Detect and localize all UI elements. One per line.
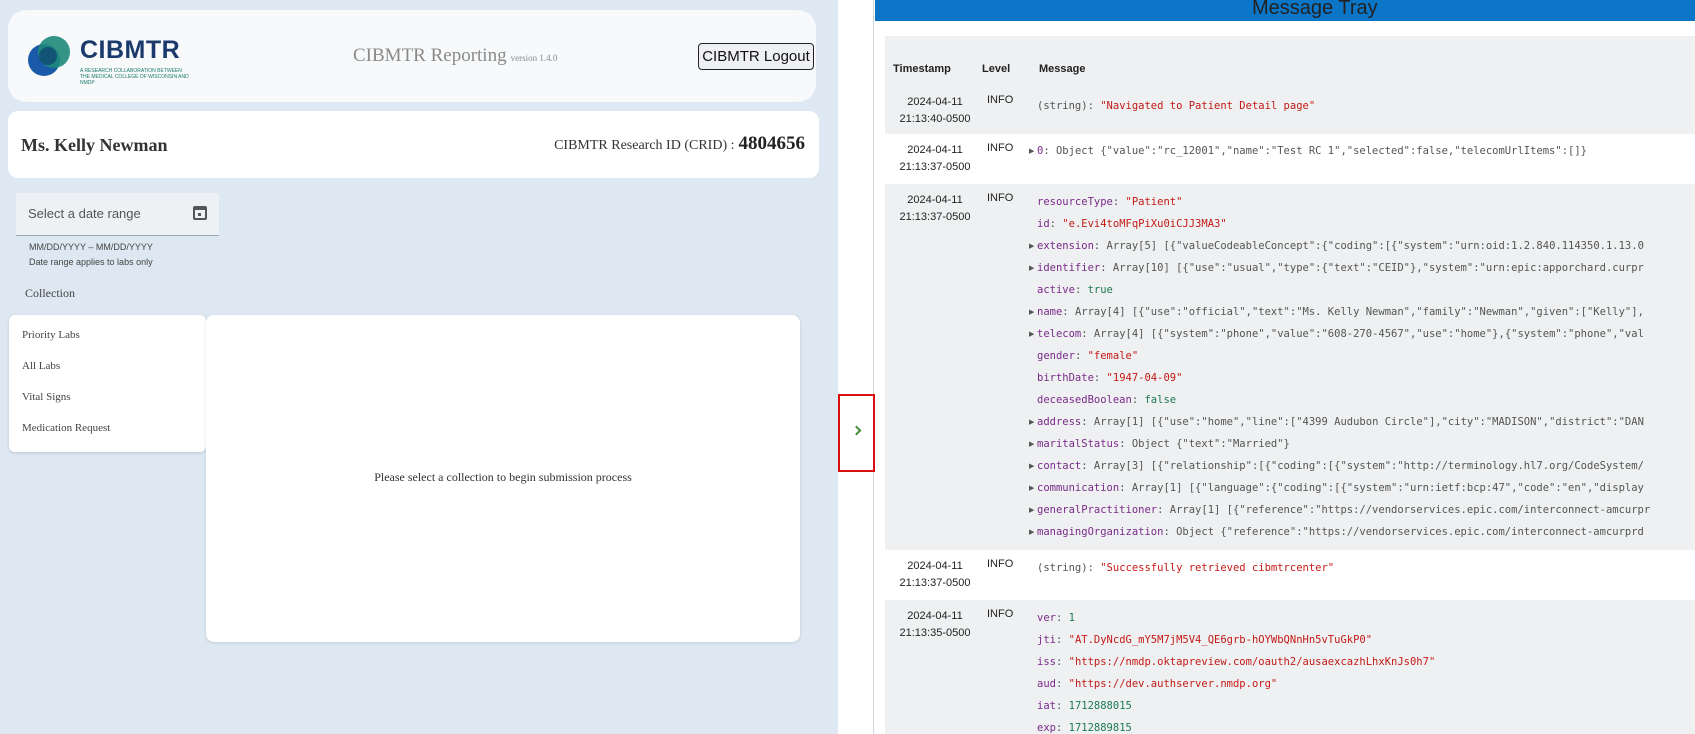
message-line[interactable]: contact: Array[3] [{"relationship":[{"co… bbox=[1037, 460, 1644, 472]
row-timestamp: 2024-04-11 21:13:37-0500 bbox=[893, 192, 977, 226]
date-range-placeholder: Select a date range bbox=[28, 206, 141, 221]
triangle-right-icon[interactable]: ▶ bbox=[1029, 418, 1034, 426]
table-row: 2024-04-11 21:13:37-0500 INFO ▶ 0: Object… bbox=[885, 134, 1695, 184]
row-time: 21:13:37-0500 bbox=[899, 211, 971, 223]
table-row: 2024-04-11 21:13:37-0500 INFO resourceTyp… bbox=[885, 184, 1695, 550]
triangle-right-icon[interactable]: ▶ bbox=[1029, 484, 1034, 492]
message-line: gender: "female" bbox=[1037, 350, 1139, 362]
message-tray-header: Message Tray bbox=[875, 0, 1695, 21]
logo-text: CIBMTR bbox=[80, 36, 181, 64]
message-line: deceasedBoolean: false bbox=[1037, 394, 1177, 406]
date-range-hint: MM/DD/YYYY – MM/DD/YYYY Date range appli… bbox=[29, 240, 153, 270]
row-date: 2024-04-11 bbox=[907, 610, 963, 622]
collection-label: Collection bbox=[25, 286, 75, 300]
app-title: CIBMTR Reporting version 1.4.0 bbox=[353, 45, 557, 67]
chevron-right-icon bbox=[851, 425, 862, 436]
table-row: 2024-04-11 21:13:40-0500 INFO (string): "… bbox=[885, 86, 1695, 134]
calendar-icon[interactable] bbox=[193, 206, 207, 220]
row-level: INFO bbox=[987, 142, 1014, 154]
message-line: aud: "https://dev.authserver.nmdp.org" bbox=[1037, 678, 1278, 690]
row-date: 2024-04-11 bbox=[907, 194, 963, 206]
logo-subtitle: A research collaboration between the Med… bbox=[80, 68, 189, 86]
message-line[interactable]: address: Array[1] [{"use":"home","line":… bbox=[1037, 416, 1644, 428]
tray-toggle-button[interactable] bbox=[838, 394, 875, 472]
date-range-note: Date range applies to labs only bbox=[29, 257, 153, 267]
message-line[interactable]: identifier: Array[10] [{"use":"usual","t… bbox=[1037, 262, 1644, 274]
collection-item-medication-request[interactable]: Medication Request bbox=[22, 422, 110, 434]
row-level: INFO bbox=[987, 192, 1014, 204]
reporting-panel: CIBMTR A research collaboration between … bbox=[0, 0, 838, 734]
triangle-right-icon[interactable]: ▶ bbox=[1029, 242, 1034, 250]
patient-name: Ms. Kelly Newman bbox=[21, 135, 168, 155]
row-date: 2024-04-11 bbox=[907, 144, 963, 156]
triangle-right-icon[interactable]: ▶ bbox=[1029, 330, 1034, 338]
message-tray-title: Message Tray bbox=[1252, 0, 1378, 19]
triangle-right-icon[interactable]: ▶ bbox=[1029, 440, 1034, 448]
message-line[interactable]: telecom: Array[4] [{"system":"phone","va… bbox=[1037, 328, 1644, 340]
message-line: exp: 1712889815 bbox=[1037, 722, 1132, 734]
message-line[interactable]: generalPractitioner: Array[1] [{"referen… bbox=[1037, 504, 1650, 516]
message-tray-table[interactable]: Timestamp Level Message 2024-04-11 21:13:… bbox=[885, 36, 1695, 734]
row-timestamp: 2024-04-11 21:13:35-0500 bbox=[893, 608, 977, 642]
triangle-right-icon[interactable]: ▶ bbox=[1029, 308, 1034, 316]
collection-item-priority-labs[interactable]: Priority Labs bbox=[22, 329, 80, 341]
message-line: jti: "AT.DyNcdG_mY5M7jM5V4_QE6grb-hOYWbQ… bbox=[1037, 634, 1373, 646]
collection-item-vital-signs[interactable]: Vital Signs bbox=[22, 391, 71, 403]
logout-button[interactable]: CIBMTR Logout bbox=[698, 43, 814, 70]
row-time: 21:13:37-0500 bbox=[899, 161, 971, 173]
row-time: 21:13:37-0500 bbox=[899, 577, 971, 589]
row-level: INFO bbox=[987, 608, 1014, 620]
column-header-level: Level bbox=[982, 63, 1011, 75]
app-header: CIBMTR A research collaboration between … bbox=[8, 10, 816, 102]
message-line[interactable]: communication: Array[1] [{"language":{"c… bbox=[1037, 482, 1644, 494]
logo-mark-icon bbox=[28, 36, 70, 76]
collection-item-all-labs[interactable]: All Labs bbox=[22, 360, 60, 372]
row-date: 2024-04-11 bbox=[907, 560, 963, 572]
table-row: 2024-04-11 21:13:35-0500 INFO ver: 1 jti:… bbox=[885, 600, 1695, 734]
app-version: version 1.4.0 bbox=[510, 53, 558, 63]
row-timestamp: 2024-04-11 21:13:37-0500 bbox=[893, 558, 977, 592]
message-line: (string): "Navigated to Patient Detail p… bbox=[1037, 100, 1316, 112]
triangle-right-icon[interactable]: ▶ bbox=[1029, 264, 1034, 272]
triangle-right-icon[interactable]: ▶ bbox=[1029, 528, 1034, 536]
message-line: active: true bbox=[1037, 284, 1113, 296]
crid-value: 4804656 bbox=[738, 133, 806, 154]
message-line: resourceType: "Patient" bbox=[1037, 196, 1183, 208]
message-line: iat: 1712888015 bbox=[1037, 700, 1132, 712]
row-time: 21:13:35-0500 bbox=[899, 627, 971, 639]
date-range-input[interactable]: Select a date range bbox=[16, 193, 219, 236]
crid-label: CIBMTR Research ID (CRID) : bbox=[554, 138, 735, 153]
row-level: INFO bbox=[987, 94, 1014, 106]
message-line[interactable]: extension: Array[5] [{"valueCodeableConc… bbox=[1037, 240, 1644, 252]
triangle-right-icon[interactable]: ▶ bbox=[1029, 506, 1034, 514]
collection-menu: Priority Labs All Labs Vital Signs Medic… bbox=[9, 315, 206, 452]
crid: CIBMTR Research ID (CRID) :4804656 bbox=[554, 133, 805, 155]
triangle-right-icon[interactable]: ▶ bbox=[1029, 147, 1034, 155]
message-line: iss: "https://nmdp.oktapreview.com/oauth… bbox=[1037, 656, 1436, 668]
row-level: INFO bbox=[987, 558, 1014, 570]
row-time: 21:13:40-0500 bbox=[899, 113, 971, 125]
column-header-message: Message bbox=[1039, 63, 1086, 75]
message-line: birthDate: "1947-04-09" bbox=[1037, 372, 1183, 384]
table-row: 2024-04-11 21:13:37-0500 INFO (string): "… bbox=[885, 550, 1695, 600]
cibmtr-logo: CIBMTR A research collaboration between … bbox=[24, 30, 194, 90]
pane-divider bbox=[873, 0, 874, 734]
row-timestamp: 2024-04-11 21:13:40-0500 bbox=[893, 94, 977, 128]
message-line: (string): "Successfully retrieved cibmtr… bbox=[1037, 562, 1335, 574]
triangle-right-icon[interactable]: ▶ bbox=[1029, 462, 1034, 470]
message-line[interactable]: managingOrganization: Object {"reference… bbox=[1037, 526, 1644, 538]
empty-state-message: Please select a collection to begin subm… bbox=[374, 470, 632, 484]
row-date: 2024-04-11 bbox=[907, 96, 963, 108]
message-line: ver: 1 bbox=[1037, 612, 1075, 624]
app-title-text: CIBMTR Reporting bbox=[353, 45, 507, 66]
date-format-hint: MM/DD/YYYY – MM/DD/YYYY bbox=[29, 242, 153, 252]
submission-panel: Please select a collection to begin subm… bbox=[206, 315, 800, 642]
patient-banner: Ms. Kelly Newman CIBMTR Research ID (CRI… bbox=[8, 111, 819, 178]
message-line[interactable]: 0: Object {"value":"rc_12001","name":"Te… bbox=[1037, 145, 1587, 157]
message-line[interactable]: name: Array[4] [{"use":"official","text"… bbox=[1037, 306, 1644, 318]
message-line[interactable]: maritalStatus: Object {"text":"Married"} bbox=[1037, 438, 1290, 450]
message-line: id: "e.Evi4toMFqPiXu0iCJJ3MA3" bbox=[1037, 218, 1227, 230]
column-header-timestamp: Timestamp bbox=[893, 63, 951, 75]
row-timestamp: 2024-04-11 21:13:37-0500 bbox=[893, 142, 977, 176]
